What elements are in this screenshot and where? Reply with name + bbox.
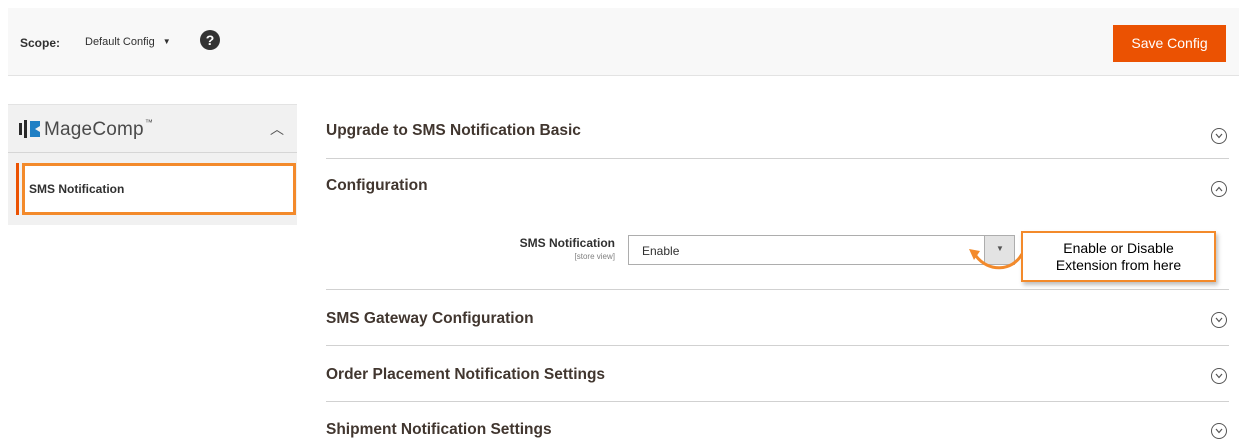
- field-scope: [store view]: [574, 252, 615, 261]
- scope-label: Scope:: [20, 36, 61, 50]
- select-value: Enable: [642, 244, 680, 258]
- brand-name: MageComp™: [44, 118, 154, 140]
- section-title: SMS Gateway Configuration: [326, 310, 534, 327]
- callout-box: Enable or Disable Extension from here: [1021, 231, 1216, 282]
- sidebar-item-label: SMS Notification: [29, 182, 125, 196]
- section-title: Shipment Notification Settings: [326, 421, 552, 438]
- sidebar-item-sms-notification[interactable]: SMS Notification: [22, 163, 296, 215]
- section-title: Upgrade to SMS Notification Basic: [326, 122, 581, 139]
- section-title[interactable]: Configuration: [326, 177, 428, 195]
- chevron-down-circle-icon[interactable]: [1211, 128, 1227, 144]
- chevron-up-circle-icon[interactable]: [1211, 181, 1227, 197]
- chevron-down-circle-icon[interactable]: [1211, 368, 1227, 384]
- caret-down-icon: ▼: [162, 37, 171, 46]
- scope-bar: Scope: Default Config ▼ ? Save Config: [8, 8, 1239, 76]
- section-title: Order Placement Notification Settings: [326, 366, 606, 383]
- sms-notification-select[interactable]: Enable ▼: [628, 235, 1015, 265]
- question-circle-icon[interactable]: ?: [200, 30, 220, 50]
- scope-value: Default Config: [85, 36, 155, 48]
- callout-line-2: Extension from here: [1055, 257, 1182, 273]
- chevron-down-circle-icon[interactable]: [1211, 312, 1227, 328]
- magecomp-logo-icon: [19, 120, 40, 138]
- section-shipment[interactable]: Shipment Notification Settings: [326, 402, 1229, 440]
- config-sidebar: MageComp™ ︿ SMS Notification: [8, 104, 297, 225]
- section-sms-gateway[interactable]: SMS Gateway Configuration: [326, 290, 1229, 346]
- save-config-button[interactable]: Save Config: [1113, 25, 1226, 62]
- section-upgrade[interactable]: Upgrade to SMS Notification Basic: [326, 105, 1229, 159]
- section-order-placement[interactable]: Order Placement Notification Settings: [326, 346, 1229, 402]
- sidebar-tab-magecomp[interactable]: MageComp™ ︿: [8, 105, 297, 153]
- chevron-down-circle-icon[interactable]: [1211, 423, 1227, 439]
- active-indicator: [16, 163, 19, 215]
- curved-arrow-icon: [969, 249, 1024, 270]
- chevron-up-icon[interactable]: ︿: [270, 119, 284, 139]
- scope-switcher[interactable]: Default Config ▼: [85, 36, 171, 48]
- field-label-sms-notification: SMS Notification: [519, 236, 615, 250]
- callout-line-1: Enable or Disable: [1063, 240, 1174, 256]
